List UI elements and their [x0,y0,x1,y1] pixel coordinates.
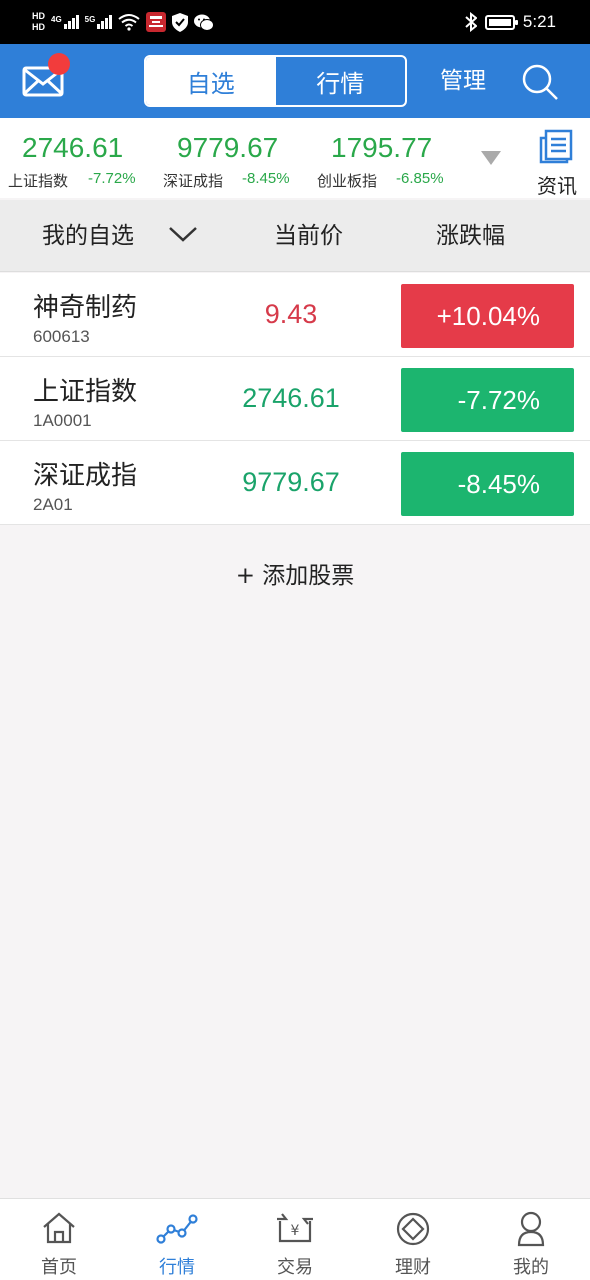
nav-wealth[interactable]: 理财 [354,1199,472,1280]
search-button[interactable] [520,62,560,102]
index-change: -6.85% [396,170,444,187]
search-icon [522,64,558,100]
nav-mine[interactable]: 我的 [472,1199,590,1280]
news-icon [539,129,573,164]
list-header: 我的自选 当前价 涨跌幅 [0,200,590,272]
stock-name: 神奇制药 [33,293,138,323]
trade-yuan-icon: ¥ [277,1213,313,1243]
net-type-2: 5G [84,15,96,24]
clock: 5:21 [522,12,556,31]
app-header: 自选 行情 管理 [0,44,590,118]
expand-indices-icon[interactable] [481,151,501,165]
nav-label: 交易 [277,1257,313,1278]
stock-price: 9.43 [264,299,318,329]
nav-label: 行情 [159,1257,195,1278]
wealth-icon [396,1212,430,1246]
app-notification-icon [146,12,167,32]
stock-row[interactable]: 上证指数 1A0001 2746.61 -7.72% [0,357,590,441]
news-label: 资讯 [537,174,577,198]
stock-name: 上证指数 [33,377,138,407]
index-value: 2746.61 [22,132,124,163]
stock-change-badge[interactable]: -8.45% [401,452,574,516]
status-bar: HD HD 4G 5G 5:21 [0,0,590,44]
status-right: 5:21 [465,0,556,44]
nav-market[interactable]: 行情 [118,1199,236,1280]
stock-price: 9779.67 [242,467,340,497]
watchlist-group-selector[interactable]: 我的自选 [42,200,134,272]
signal-4g-icon: 4G [51,15,79,29]
tab-watchlist[interactable]: 自选 [146,57,276,105]
notification-badge [48,53,70,75]
user-icon [517,1211,545,1247]
index-strip: 2746.61 上证指数 -7.72% 9779.67 深证成指 -8.45% … [0,118,590,198]
index-value: 9779.67 [177,132,279,163]
stock-change-badge[interactable]: -7.72% [401,368,574,432]
nav-trade[interactable]: ¥ 交易 [236,1199,354,1280]
hd-top: HD [32,11,45,21]
battery-icon [484,14,518,30]
nav-home[interactable]: 首页 [0,1199,118,1280]
tab-market[interactable]: 行情 [276,57,406,105]
wechat-icon [194,14,215,31]
hd-indicator: HD HD [32,11,45,33]
svg-text:¥: ¥ [291,1223,300,1239]
nav-label: 首页 [41,1257,77,1278]
index-name: 创业板指 [317,172,378,190]
market-trend-icon [156,1214,198,1244]
wifi-icon [118,14,140,31]
bottom-nav: 首页 行情 ¥ 交易 理财 我的 [0,1198,590,1280]
manage-button[interactable]: 管理 [440,44,486,118]
nav-label: 我的 [513,1257,549,1278]
stock-change-badge[interactable]: +10.04% [401,284,574,348]
chevron-down-icon[interactable] [168,224,198,244]
stock-code: 2A01 [33,495,73,514]
header-current-price[interactable]: 当前价 [274,200,343,272]
status-left: HD HD 4G 5G [32,6,215,38]
stock-code: 600613 [33,327,90,346]
stock-row[interactable]: 神奇制药 600613 9.43 +10.04% [0,273,590,357]
news-button[interactable]: 资讯 [532,126,582,198]
stock-name: 深证成指 [33,461,138,491]
net-type-1: 4G [51,15,62,24]
shield-icon [172,12,189,32]
nav-label: 理财 [395,1257,431,1278]
header-change-percent[interactable]: 涨跌幅 [436,200,505,272]
index-name: 上证指数 [8,172,69,190]
index-value: 1795.77 [331,132,433,163]
stock-code: 1A0001 [33,411,92,430]
add-stock-button[interactable]: + 添加股票 [0,556,590,590]
index-change: -7.72% [88,170,136,187]
home-icon [43,1212,75,1244]
stock-list: 神奇制药 600613 9.43 +10.04% 上证指数 1A0001 274… [0,273,590,525]
tab-switcher: 自选 行情 [144,55,407,107]
hd-bottom: HD [32,22,45,32]
stock-row[interactable]: 深证成指 2A01 9779.67 -8.45% [0,441,590,525]
index-change: -8.45% [242,170,290,187]
signal-5g-icon: 5G [85,15,113,29]
stock-price: 2746.61 [242,383,340,413]
bluetooth-icon [465,12,477,32]
index-name: 深证成指 [163,172,224,190]
